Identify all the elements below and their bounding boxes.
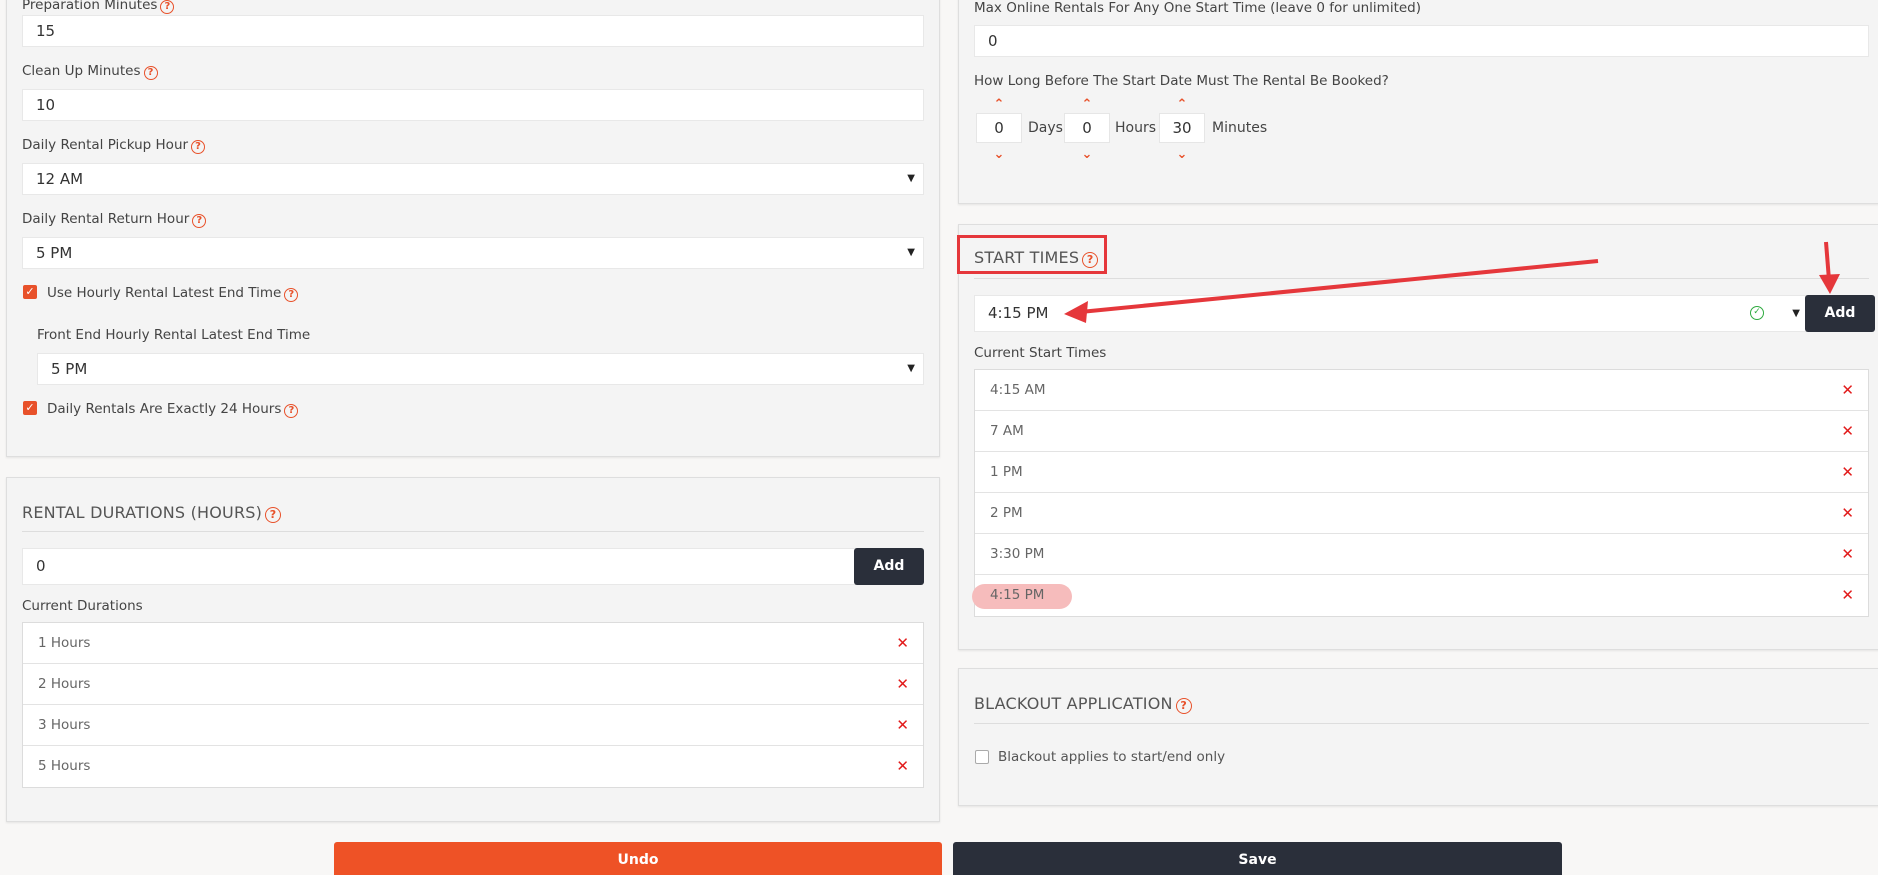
start-time-value: 4:15 PM (988, 304, 1049, 322)
help-icon[interactable]: ? (143, 66, 158, 80)
help-icon[interactable]: ? (265, 507, 282, 523)
minutes-input[interactable]: 30 (1159, 113, 1205, 143)
list-item: 1 PM ✕ (975, 452, 1868, 493)
chevron-down-icon[interactable]: ⌄ (1172, 147, 1192, 162)
add-duration-button[interactable]: Add (854, 548, 924, 585)
durations-title: RENTAL DURATIONS (HOURS)? (22, 503, 282, 523)
frontend-latest-value: 5 PM (51, 360, 88, 378)
frontend-latest-select[interactable]: 5 PM ▼ (37, 353, 924, 385)
duration-label: 3 Hours (38, 717, 91, 733)
help-icon[interactable]: ? (284, 288, 299, 302)
days-unit: Days (1028, 120, 1063, 136)
online-booking-panel: Max Online Rentals For Any One Start Tim… (958, 0, 1878, 204)
caret-down-icon: ▼ (907, 173, 915, 184)
remove-icon[interactable]: ✕ (1841, 452, 1854, 492)
duration-label: 2 Hours (38, 676, 91, 692)
current-durations-label: Current Durations (22, 598, 143, 614)
help-icon[interactable]: ? (1175, 698, 1192, 714)
list-item: 3:30 PM ✕ (975, 534, 1868, 575)
start-time-select[interactable]: 4:15 PM ✓ ▼ (974, 295, 1809, 332)
valid-check-icon: ✓ (1750, 306, 1764, 320)
pickup-hour-select[interactable]: 12 AM ▼ (22, 163, 924, 195)
chevron-up-icon[interactable]: ⌃ (1077, 97, 1097, 112)
caret-down-icon: ▼ (907, 363, 915, 374)
rental-settings-panel: Preparation Minutes? 15 Clean Up Minutes… (6, 0, 940, 457)
duration-label: 5 Hours (38, 758, 91, 774)
rental-durations-panel: RENTAL DURATIONS (HOURS)? 0 Add Current … (6, 477, 940, 822)
start-time-label: 4:15 AM (990, 382, 1046, 398)
blackout-label: Blackout applies to start/end only (998, 749, 1226, 765)
start-time-label: 2 PM (990, 505, 1023, 521)
list-item: 3 Hours ✕ (23, 705, 923, 746)
help-icon[interactable]: ? (160, 0, 175, 14)
frontend-latest-label: Front End Hourly Rental Latest End Time (37, 327, 311, 343)
current-start-times-label: Current Start Times (974, 345, 1107, 361)
remove-icon[interactable]: ✕ (1841, 411, 1854, 451)
chevron-down-icon[interactable]: ⌄ (989, 147, 1009, 162)
start-time-label: 7 AM (990, 423, 1024, 439)
remove-icon[interactable]: ✕ (1841, 493, 1854, 533)
chevron-down-icon[interactable]: ⌄ (1077, 147, 1097, 162)
chevron-up-icon[interactable]: ⌃ (1172, 97, 1192, 112)
remove-icon[interactable]: ✕ (896, 705, 909, 745)
start-time-label: 4:15 PM (990, 587, 1045, 603)
list-item: 5 Hours ✕ (23, 746, 923, 787)
help-icon[interactable]: ? (284, 404, 299, 418)
cleanup-minutes-input[interactable]: 10 (22, 89, 924, 121)
add-start-time-button[interactable]: Add (1805, 295, 1875, 332)
undo-button[interactable]: Undo (334, 842, 942, 875)
start-time-label: 1 PM (990, 464, 1023, 480)
remove-icon[interactable]: ✕ (1841, 534, 1854, 574)
hourly-latest-label: Use Hourly Rental Latest End Time? (47, 285, 299, 302)
return-hour-value: 5 PM (36, 244, 73, 262)
max-online-label: Max Online Rentals For Any One Start Tim… (974, 0, 1422, 16)
booking-lead-label: How Long Before The Start Date Must The … (974, 73, 1389, 89)
minutes-unit: Minutes (1212, 120, 1268, 136)
prep-minutes-input[interactable]: 15 (22, 15, 924, 47)
days-input[interactable]: 0 (976, 113, 1022, 143)
return-hour-label: Daily Rental Return Hour? (22, 211, 207, 228)
return-hour-select[interactable]: 5 PM ▼ (22, 237, 924, 269)
list-item: 4:15 AM ✕ (975, 370, 1868, 411)
exact24-checkbox[interactable]: ✓ (23, 401, 37, 415)
start-times-list: 4:15 AM ✕ 7 AM ✕ 1 PM ✕ 2 PM ✕ 3:30 PM ✕… (972, 369, 1869, 617)
start-times-highlight-box (957, 235, 1107, 274)
remove-icon[interactable]: ✕ (896, 664, 909, 704)
blackout-checkbox[interactable] (975, 750, 989, 764)
divider (974, 278, 1869, 279)
caret-down-icon: ▼ (1792, 308, 1800, 319)
pickup-hour-label: Daily Rental Pickup Hour? (22, 137, 206, 154)
remove-icon[interactable]: ✕ (1841, 575, 1854, 615)
cleanup-minutes-label: Clean Up Minutes? (22, 63, 158, 80)
hourly-latest-checkbox[interactable]: ✓ (23, 285, 37, 299)
remove-icon[interactable]: ✕ (896, 746, 909, 786)
duration-input[interactable]: 0 (22, 548, 857, 585)
remove-icon[interactable]: ✕ (1841, 370, 1854, 410)
start-time-label: 3:30 PM (990, 546, 1045, 562)
blackout-panel: BLACKOUT APPLICATION? Blackout applies t… (958, 668, 1878, 806)
save-button[interactable]: Save (953, 842, 1562, 875)
divider (974, 723, 1869, 724)
list-item: 2 PM ✕ (975, 493, 1868, 534)
list-item: 4:15 PM ✕ (972, 575, 1868, 616)
pickup-hour-value: 12 AM (36, 170, 84, 188)
caret-down-icon: ▼ (907, 247, 915, 258)
durations-list: 1 Hours ✕ 2 Hours ✕ 3 Hours ✕ 5 Hours ✕ (22, 622, 924, 788)
divider (22, 531, 924, 532)
chevron-up-icon[interactable]: ⌃ (989, 97, 1009, 112)
prep-minutes-label: Preparation Minutes? (22, 0, 175, 14)
max-online-input[interactable]: 0 (974, 25, 1869, 57)
start-times-panel: START TIMES? 4:15 PM ✓ ▼ Add Current Sta… (958, 224, 1878, 650)
list-item: 2 Hours ✕ (23, 664, 923, 705)
list-item: 1 Hours ✕ (23, 623, 923, 664)
hours-input[interactable]: 0 (1064, 113, 1110, 143)
blackout-title: BLACKOUT APPLICATION? (974, 694, 1192, 714)
duration-label: 1 Hours (38, 635, 91, 651)
list-item: 7 AM ✕ (975, 411, 1868, 452)
exact24-label: Daily Rentals Are Exactly 24 Hours? (47, 401, 299, 418)
hours-unit: Hours (1115, 120, 1157, 136)
help-icon[interactable]: ? (191, 140, 206, 154)
remove-icon[interactable]: ✕ (896, 623, 909, 663)
help-icon[interactable]: ? (192, 214, 207, 228)
